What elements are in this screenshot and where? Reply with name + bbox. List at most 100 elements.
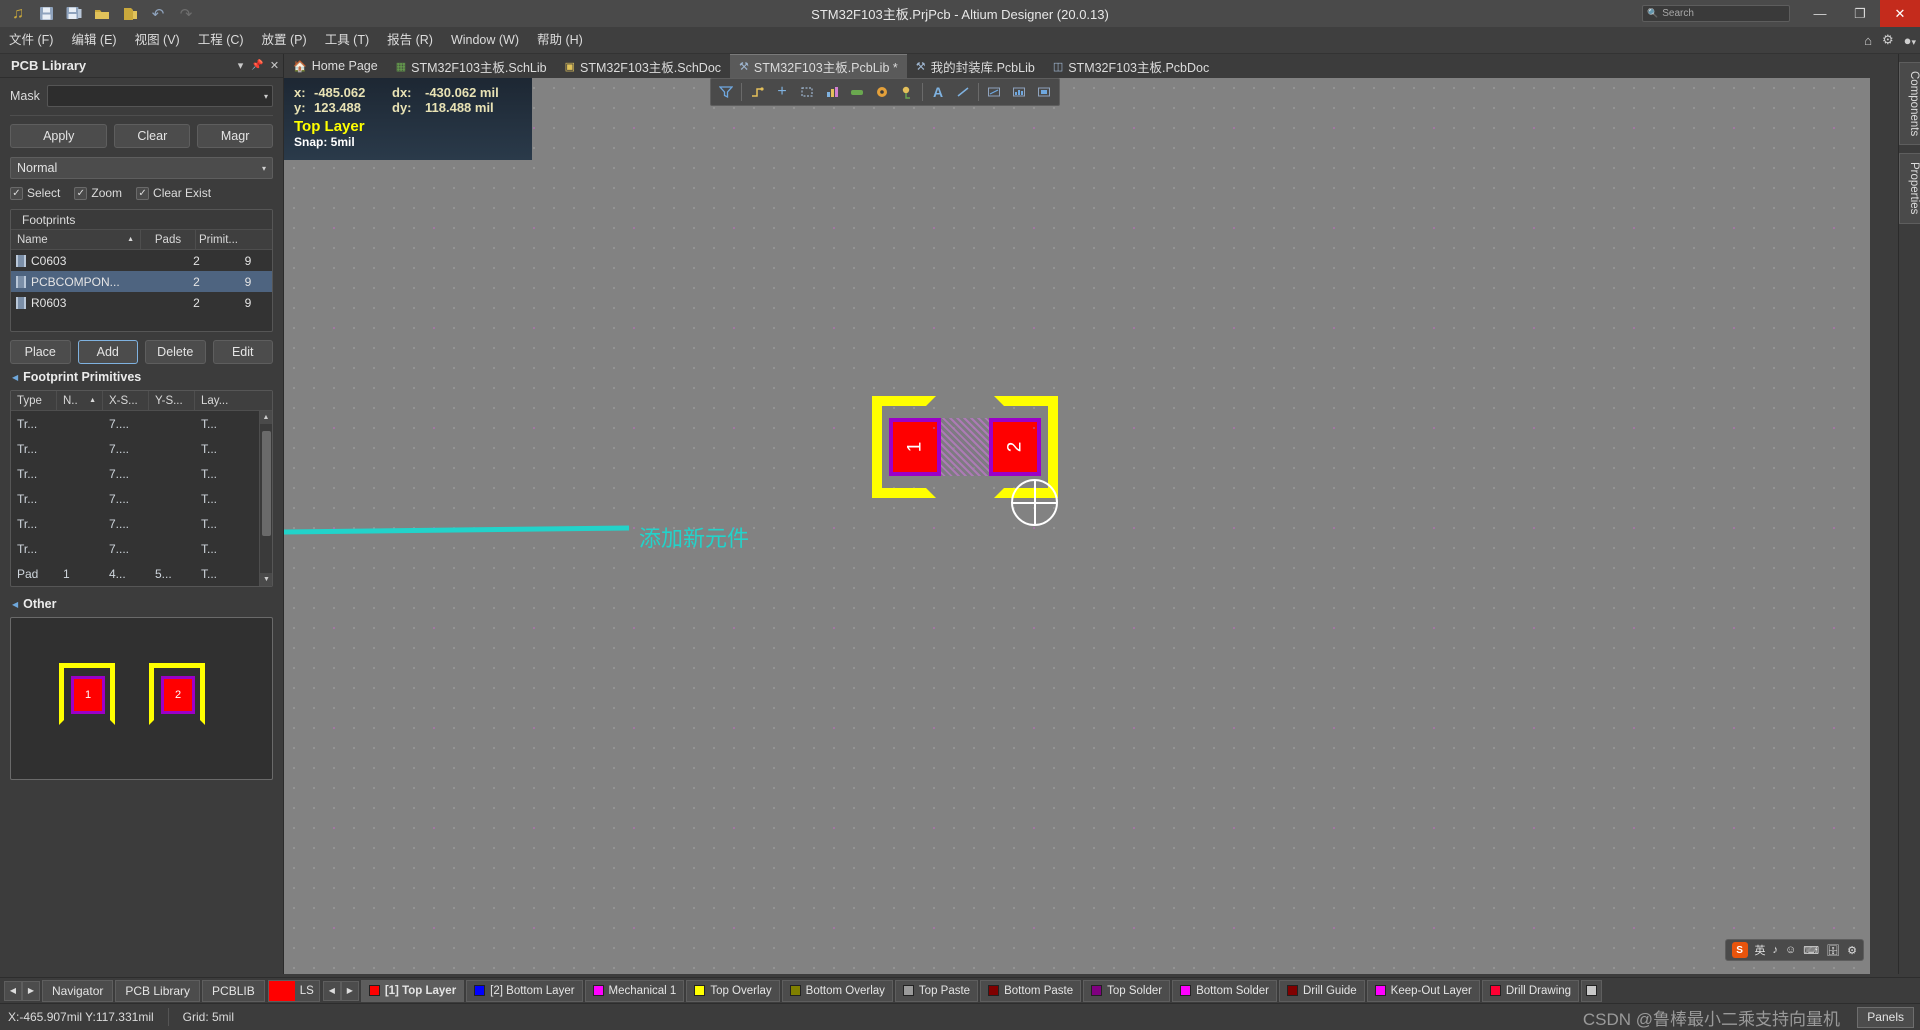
layer-tab-bottom-layer[interactable]: [2] Bottom Layer: [466, 979, 583, 1002]
table-row[interactable]: Tr... 7.... T...: [11, 536, 272, 561]
layer-tab-drill-drawing[interactable]: Drill Drawing: [1481, 979, 1580, 1002]
table-row[interactable]: Tr... 7.... T...: [11, 436, 272, 461]
table-row[interactable]: Tr... 7.... T...: [11, 411, 272, 436]
annotation-arrow: [284, 525, 630, 535]
primitives-scrollbar[interactable]: ▲ ▼: [259, 411, 272, 586]
tab-pcblib-active[interactable]: ⚒ STM32F103主板.PcbLib *: [730, 54, 907, 78]
menu-project[interactable]: 工程 (C): [189, 27, 253, 54]
table-row[interactable]: C0603 2 9: [11, 250, 272, 271]
sogou-logo-icon[interactable]: S: [1731, 942, 1748, 958]
checkbox-clear-existing[interactable]: ✓ Clear Exist: [136, 186, 211, 200]
column-header-type[interactable]: Type: [11, 391, 57, 411]
home-icon[interactable]: ⌂: [1864, 33, 1872, 48]
layer-tab-keep-out-layer[interactable]: Keep-Out Layer: [1366, 979, 1480, 1002]
menu-place[interactable]: 放置 (P): [253, 27, 316, 54]
table-row[interactable]: Pad 1 4... 5... T...: [11, 561, 272, 586]
layer-tab-bottom-overlay[interactable]: Bottom Overlay: [781, 979, 893, 1002]
panel-tab-navigator[interactable]: Navigator: [42, 979, 114, 1002]
column-header-pads[interactable]: Pads: [141, 229, 196, 250]
layer-prev-icon[interactable]: ◀: [322, 980, 341, 1001]
table-row[interactable]: Tr... 7.... T...: [11, 511, 272, 536]
add-button[interactable]: Add: [77, 340, 138, 364]
layer-tab-trailing[interactable]: [1581, 979, 1603, 1002]
layer-tab-top-overlay[interactable]: Top Overlay: [686, 979, 780, 1002]
footprint-primitives-section-header[interactable]: ◀ Footprint Primitives: [12, 370, 273, 384]
ime-settings-icon[interactable]: ⚙: [1847, 944, 1857, 957]
other-section-header[interactable]: ◀ Other: [12, 597, 273, 611]
pcb-editor-canvas[interactable]: x: -485.062 dx: -430.062 mil y: 123.488 …: [284, 78, 1870, 974]
tab-pcbdoc[interactable]: ◫ STM32F103主板.PcbDoc: [1044, 54, 1218, 78]
table-row[interactable]: R0603 2 9: [11, 292, 272, 313]
close-icon[interactable]: ✕: [266, 59, 283, 72]
tab-home-page[interactable]: 🏠 Home Page: [284, 54, 387, 78]
menu-file[interactable]: 文件 (F): [0, 27, 62, 54]
ime-keyboard-icon[interactable]: ⌨: [1803, 944, 1819, 957]
column-header-name[interactable]: Name ▲: [11, 229, 141, 250]
scroll-up-icon[interactable]: ▲: [260, 411, 272, 424]
delete-button[interactable]: Delete: [145, 340, 206, 364]
magnify-button[interactable]: Magr: [197, 124, 274, 148]
ime-expression-icon[interactable]: ☺: [1785, 944, 1796, 956]
checkbox-select[interactable]: ✓ Select: [10, 186, 60, 200]
apply-button[interactable]: Apply: [10, 124, 108, 148]
user-icon[interactable]: ●▾: [1904, 33, 1916, 48]
chevron-down-icon[interactable]: ▾: [264, 92, 268, 101]
mask-mode-select[interactable]: Normal ▾: [10, 157, 273, 179]
checkbox-label: Select: [27, 186, 61, 200]
layer-tab-drill-guide[interactable]: Drill Guide: [1278, 979, 1365, 1002]
nav-next-icon[interactable]: ▶: [22, 980, 40, 1001]
tab-schlib[interactable]: ▦ STM32F103主板.SchLib: [387, 54, 556, 78]
layer-tab-top-paste[interactable]: Top Paste: [894, 979, 979, 1002]
layer-tab-top-solder[interactable]: Top Solder: [1083, 979, 1171, 1002]
table-row[interactable]: Tr... 7.... T...: [11, 461, 272, 486]
nav-prev-icon[interactable]: ◀: [4, 980, 22, 1001]
menu-reports[interactable]: 报告 (R): [378, 27, 442, 54]
layer-tab-top-layer[interactable]: [1] Top Layer: [360, 979, 465, 1002]
mask-input[interactable]: ▾: [46, 85, 273, 107]
close-button[interactable]: ✕: [1880, 0, 1920, 27]
dock-item-properties[interactable]: Properties: [1899, 153, 1920, 224]
minimize-button[interactable]: —: [1800, 0, 1840, 27]
primitives-table: Type N.. ▲ X-S... Y-S... Lay... Tr... 7.…: [10, 390, 273, 587]
tab-schdoc[interactable]: ▣ STM32F103主板.SchDoc: [556, 54, 730, 78]
scroll-down-icon[interactable]: ▼: [260, 573, 272, 586]
menu-view[interactable]: 视图 (V): [126, 27, 189, 54]
table-row[interactable]: Tr... 7.... T...: [11, 486, 272, 511]
layer-next-icon[interactable]: ▶: [340, 980, 359, 1001]
pin-icon[interactable]: 📌: [249, 60, 266, 71]
footprint-icon: [11, 254, 31, 267]
menu-window[interactable]: Window (W): [442, 27, 528, 54]
table-row[interactable]: PCBCOMPON... 2 9: [11, 271, 272, 292]
checkbox-zoom[interactable]: ✓ Zoom: [74, 186, 122, 200]
menu-help[interactable]: 帮助 (H): [528, 27, 592, 54]
layer-tab-bottom-solder[interactable]: Bottom Solder: [1172, 979, 1277, 1002]
ime-toolbar[interactable]: S 英 ♪ ☺ ⌨ 🗄 ⚙: [1724, 939, 1864, 961]
dock-item-components[interactable]: Components: [1899, 62, 1920, 146]
column-header-ysize[interactable]: Y-S...: [149, 391, 195, 411]
column-header-primitives[interactable]: Primit...: [196, 230, 256, 250]
layer-tab-mechanical-1[interactable]: Mechanical 1: [584, 979, 685, 1002]
footprint-preview[interactable]: 1 2: [10, 617, 273, 780]
ime-language-label[interactable]: 英: [1755, 942, 1766, 958]
ime-toolbox-icon[interactable]: 🗄: [1826, 944, 1840, 957]
tab-my-pcblib[interactable]: ⚒ 我的封装库.PcbLib: [907, 54, 1044, 78]
place-button[interactable]: Place: [10, 340, 71, 364]
gear-icon[interactable]: ⚙: [1882, 32, 1894, 48]
column-header-layer[interactable]: Lay...: [195, 391, 239, 411]
layer-set-chip[interactable]: LS: [267, 979, 320, 1002]
ime-music-icon[interactable]: ♪: [1773, 944, 1779, 956]
chevron-down-icon[interactable]: ▾: [232, 59, 249, 72]
column-header-xsize[interactable]: X-S...: [103, 391, 149, 411]
menu-edit[interactable]: 编辑 (E): [62, 27, 125, 54]
scrollbar-thumb[interactable]: [262, 431, 271, 536]
layer-tab-bottom-paste[interactable]: Bottom Paste: [980, 979, 1082, 1002]
panel-tab-pcb-library[interactable]: PCB Library: [115, 979, 201, 1002]
panels-button[interactable]: Panels: [1857, 1006, 1914, 1028]
clear-button[interactable]: Clear: [114, 124, 191, 148]
panel-tab-pcblib[interactable]: PCBLIB: [202, 979, 265, 1002]
search-input[interactable]: 🔍 Search: [1642, 5, 1790, 22]
maximize-button[interactable]: ❐: [1840, 0, 1880, 27]
menu-tools[interactable]: 工具 (T): [316, 27, 378, 54]
edit-button[interactable]: Edit: [212, 340, 273, 364]
column-header-n[interactable]: N.. ▲: [57, 391, 103, 411]
